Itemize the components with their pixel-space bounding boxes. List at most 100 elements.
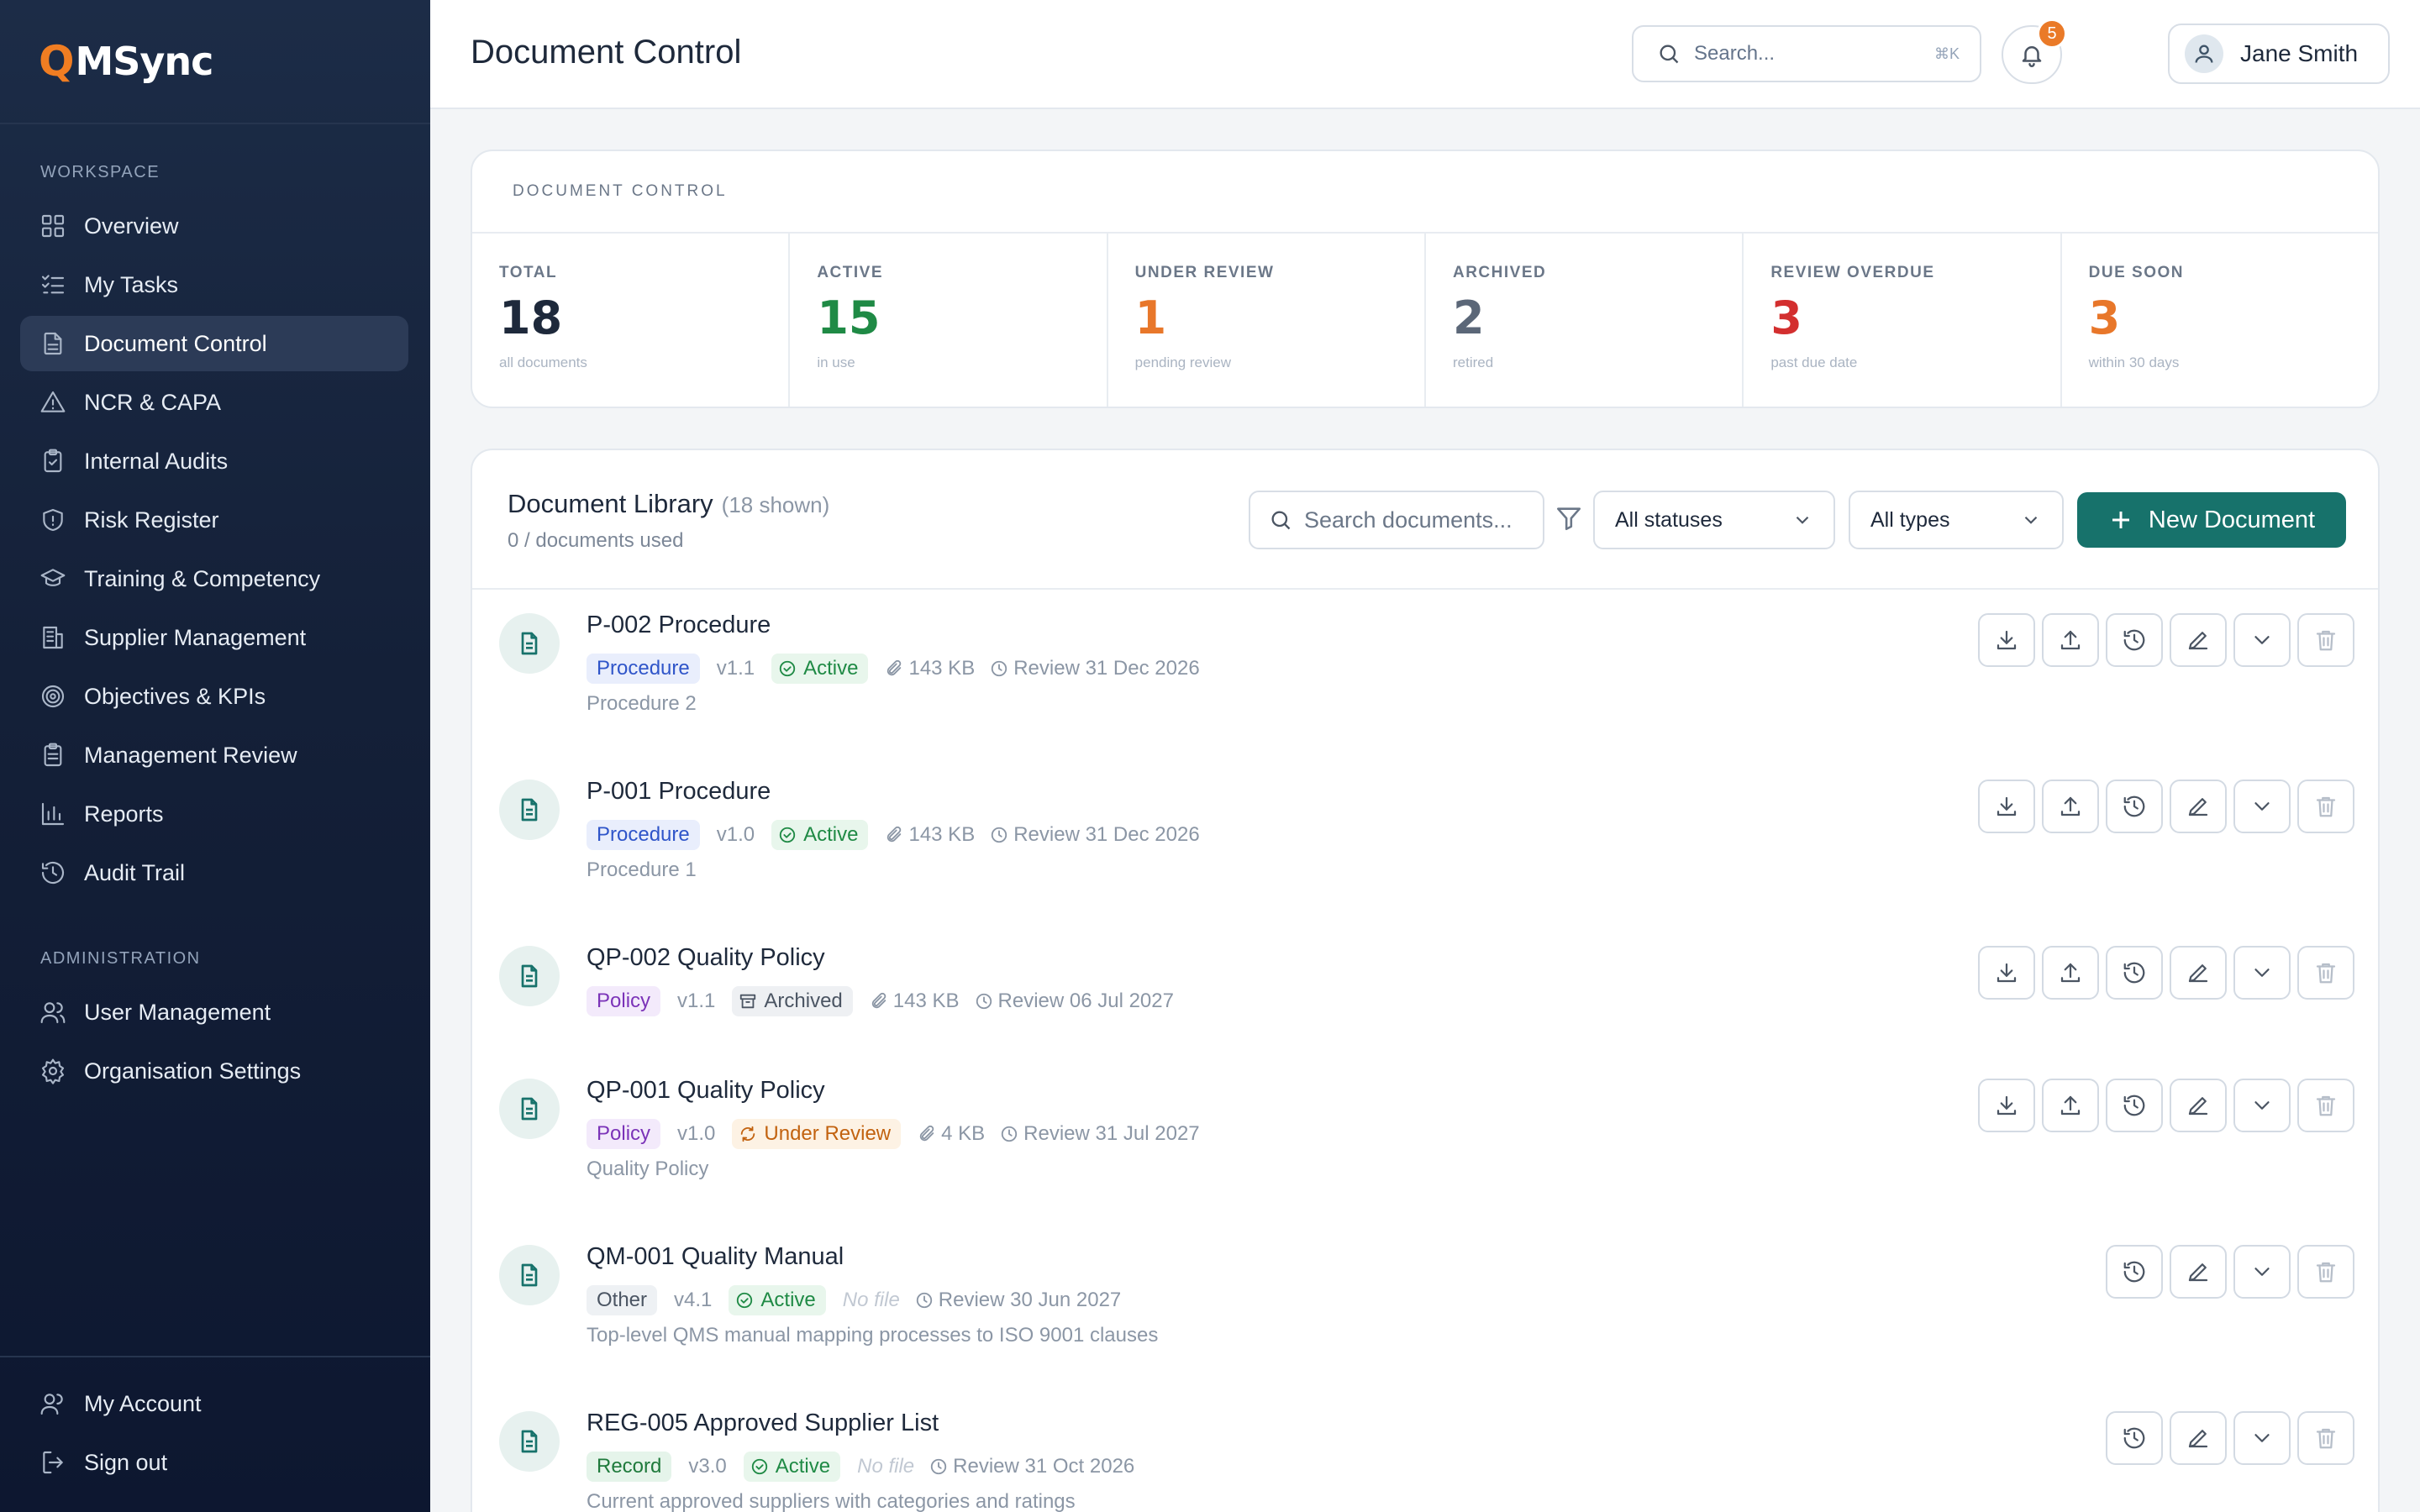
sidebar-item-management-review[interactable]: Management Review bbox=[20, 727, 408, 783]
document-title[interactable]: REG-005 Approved Supplier List bbox=[587, 1410, 939, 1437]
delete-button[interactable] bbox=[2297, 1245, 2354, 1299]
document-row[interactable]: QM-001 Quality Manual Other v4.1 Active … bbox=[472, 1220, 2378, 1386]
sidebar-item-supplier-management[interactable]: Supplier Management bbox=[20, 610, 408, 665]
global-search-input[interactable]: Search... ⌘K bbox=[1632, 25, 1981, 82]
edit-button[interactable] bbox=[2170, 1079, 2227, 1132]
document-title[interactable]: P-001 Procedure bbox=[587, 778, 771, 806]
filter-icon[interactable] bbox=[1555, 504, 1585, 534]
chevron-down-icon bbox=[2254, 1101, 2270, 1110]
document-description: Procedure 1 bbox=[587, 858, 697, 881]
pencil-icon bbox=[2188, 798, 2208, 816]
user-menu-button[interactable]: Jane Smith bbox=[2168, 24, 2390, 84]
sidebar-item-label: Reports bbox=[84, 801, 164, 827]
stat-sub: past due date bbox=[1770, 354, 1858, 370]
more-button[interactable] bbox=[2233, 946, 2291, 1000]
download-button[interactable] bbox=[1978, 946, 2035, 1000]
sidebar-item-ncr-capa[interactable]: NCR & CAPA bbox=[20, 375, 408, 430]
more-button[interactable] bbox=[2233, 1245, 2291, 1299]
stat-active: ACTIVE 15 in use bbox=[790, 234, 1108, 407]
more-button[interactable] bbox=[2233, 1079, 2291, 1132]
sidebar-item-my-tasks[interactable]: My Tasks bbox=[20, 257, 408, 312]
sidebar-item-organisation-settings[interactable]: Organisation Settings bbox=[20, 1043, 408, 1099]
check-circle-icon bbox=[779, 660, 796, 677]
trash-icon bbox=[2316, 963, 2336, 984]
status-badge: Active bbox=[743, 1452, 841, 1482]
brand-logo[interactable]: Q MSync bbox=[39, 37, 213, 86]
document-row[interactable]: QP-001 Quality Policy Policy v1.0 Under … bbox=[472, 1053, 2378, 1220]
stat-total: TOTAL 18 all documents bbox=[472, 234, 791, 407]
notification-count-badge: 5 bbox=[2037, 18, 2067, 49]
upload-icon bbox=[2060, 963, 2081, 983]
delete-button[interactable] bbox=[2297, 1411, 2354, 1465]
upload-button[interactable] bbox=[2042, 780, 2099, 833]
delete-button[interactable] bbox=[2297, 613, 2354, 667]
document-title[interactable]: QP-002 Quality Policy bbox=[587, 944, 825, 972]
document-row[interactable]: QP-002 Quality Policy Policy v1.1 Archiv… bbox=[472, 921, 2378, 1053]
document-search-input[interactable]: Search documents... bbox=[1249, 491, 1544, 549]
edit-button[interactable] bbox=[2170, 780, 2227, 833]
upload-button[interactable] bbox=[2042, 1079, 2099, 1132]
edit-button[interactable] bbox=[2170, 1245, 2227, 1299]
sidebar-item-internal-audits[interactable]: Internal Audits bbox=[20, 433, 408, 489]
sidebar-item-audit-trail[interactable]: Audit Trail bbox=[20, 845, 408, 900]
sidebar-item-training[interactable]: Training & Competency bbox=[20, 551, 408, 606]
history-button[interactable] bbox=[2106, 780, 2163, 833]
sidebar-item-risk-register[interactable]: Risk Register bbox=[20, 492, 408, 548]
status-filter-select[interactable]: All statuses bbox=[1593, 491, 1835, 549]
sidebar-item-overview[interactable]: Overview bbox=[20, 198, 408, 254]
upload-button[interactable] bbox=[2042, 613, 2099, 667]
document-title[interactable]: QP-001 Quality Policy bbox=[587, 1077, 825, 1105]
sidebar-item-label: Management Review bbox=[84, 742, 297, 768]
stat-archived: ARCHIVED 2 retired bbox=[1426, 234, 1744, 407]
edit-button[interactable] bbox=[2170, 613, 2227, 667]
file-icon bbox=[499, 1079, 560, 1139]
brand-q: Q bbox=[39, 37, 75, 86]
status-badge: Active bbox=[771, 820, 869, 850]
stat-label: UNDER REVIEW bbox=[1134, 264, 1275, 281]
history-button[interactable] bbox=[2106, 1079, 2163, 1132]
upload-button[interactable] bbox=[2042, 946, 2099, 1000]
document-row[interactable]: P-001 Procedure Procedure v1.0 Active 14… bbox=[472, 754, 2378, 921]
download-button[interactable] bbox=[1978, 780, 2035, 833]
delete-button[interactable] bbox=[2297, 780, 2354, 833]
download-button[interactable] bbox=[1978, 1079, 2035, 1132]
download-button[interactable] bbox=[1978, 613, 2035, 667]
top-header: Document Control Search... ⌘K 5 Jane Smi… bbox=[430, 0, 2420, 109]
stat-label: REVIEW OVERDUE bbox=[1770, 264, 1935, 281]
sidebar-item-document-control[interactable]: Document Control bbox=[20, 316, 408, 371]
history-button[interactable] bbox=[2106, 1411, 2163, 1465]
upload-icon bbox=[2060, 1095, 2081, 1116]
sidebar-item-label: Risk Register bbox=[84, 507, 219, 533]
user-name: Jane Smith bbox=[2240, 40, 2359, 66]
document-version: v1.1 bbox=[677, 990, 716, 1012]
more-button[interactable] bbox=[2233, 613, 2291, 667]
edit-button[interactable] bbox=[2170, 1411, 2227, 1465]
type-filter-select[interactable]: All types bbox=[1849, 491, 2064, 549]
sidebar-item-user-management[interactable]: User Management bbox=[20, 984, 408, 1040]
document-row[interactable]: REG-005 Approved Supplier List Record v3… bbox=[472, 1386, 2378, 1512]
new-document-button[interactable]: New Document bbox=[2077, 492, 2346, 548]
document-row[interactable]: P-002 Procedure Procedure v1.1 Active 14… bbox=[472, 588, 2378, 754]
history-button[interactable] bbox=[2106, 613, 2163, 667]
paperclip-icon bbox=[887, 826, 902, 843]
document-title[interactable]: QM-001 Quality Manual bbox=[587, 1243, 844, 1271]
library-title-text: Document Library bbox=[508, 489, 713, 518]
review-date: Review 31 Jul 2027 bbox=[1000, 1122, 1200, 1146]
history-button[interactable] bbox=[2106, 946, 2163, 1000]
sidebar-item-sign-out[interactable]: Sign out bbox=[20, 1435, 408, 1490]
edit-button[interactable] bbox=[2170, 946, 2227, 1000]
sidebar-item-my-account[interactable]: My Account bbox=[20, 1376, 408, 1431]
sidebar-item-objectives-kpis[interactable]: Objectives & KPIs bbox=[20, 669, 408, 724]
status-text: Active bbox=[775, 1455, 831, 1478]
clipboard-icon bbox=[39, 741, 67, 769]
history-button[interactable] bbox=[2106, 1245, 2163, 1299]
building-icon bbox=[39, 623, 67, 652]
document-title[interactable]: P-002 Procedure bbox=[587, 612, 771, 639]
more-button[interactable] bbox=[2233, 780, 2291, 833]
delete-button[interactable] bbox=[2297, 946, 2354, 1000]
stat-label: DUE SOON bbox=[2088, 264, 2184, 281]
sidebar-item-reports[interactable]: Reports bbox=[20, 786, 408, 842]
delete-button[interactable] bbox=[2297, 1079, 2354, 1132]
file-icon bbox=[499, 780, 560, 840]
more-button[interactable] bbox=[2233, 1411, 2291, 1465]
